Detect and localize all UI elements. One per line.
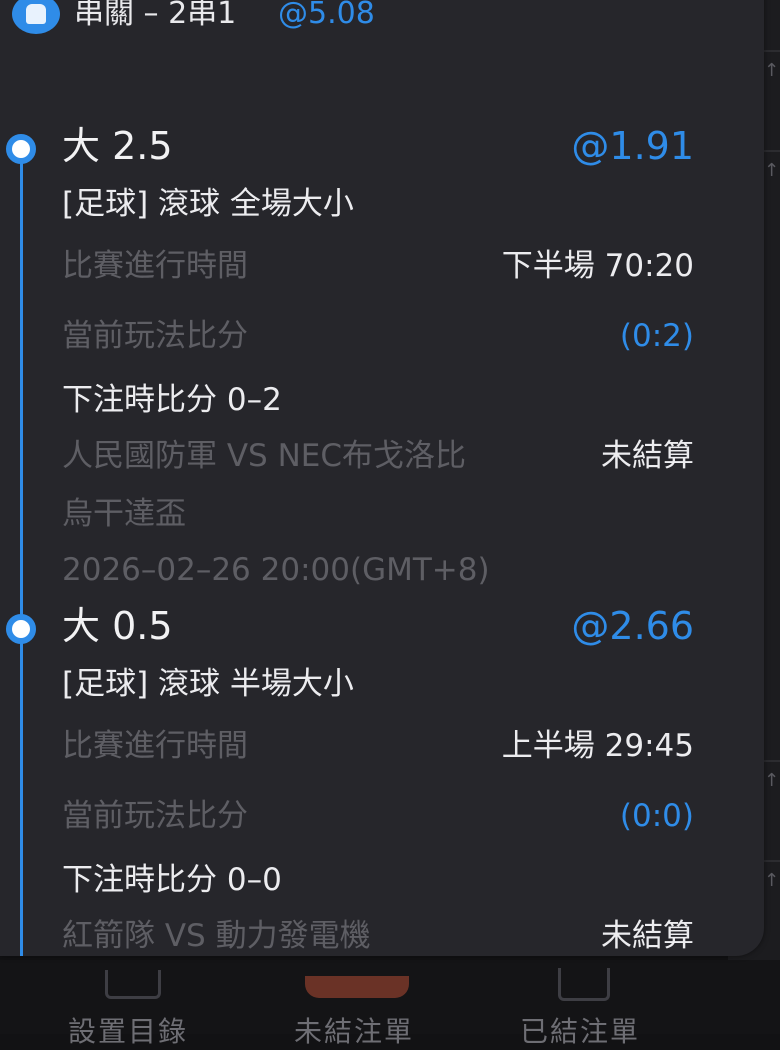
parlay-title: 串關 – 2串1 — [74, 0, 237, 31]
arrow-up-icon: ↑ — [764, 60, 780, 81]
settled-bets-icon — [558, 968, 610, 1001]
current-score-label: 當前玩法比分 — [62, 318, 248, 354]
bet-odds: @1.91 — [571, 124, 694, 168]
match-time-value: 上半場 29:45 — [501, 728, 694, 764]
nav-item-settings-menu[interactable]: 設置目錄 — [68, 1010, 188, 1050]
match-teams: 人民國防軍 VS NEC布戈洛比 — [62, 438, 467, 474]
match-time-label: 比賽進行時間 — [62, 728, 248, 764]
bet-time-score: 下注時比分 0–0 — [62, 862, 282, 898]
bet-status: 未結算 — [601, 438, 694, 474]
current-score-label: 當前玩法比分 — [62, 798, 248, 834]
timeline-dot-icon — [6, 134, 36, 164]
timeline-line — [20, 146, 23, 956]
kickoff-time: 2026–02–26 20:00(GMT+8) — [62, 552, 490, 588]
bottom-navigation: 設置目錄 未結注單 已結注單 — [0, 960, 780, 1048]
parlay-odds: @5.08 — [278, 0, 375, 31]
league-name: 烏干達盃 — [62, 496, 186, 532]
current-score-value: (0:0) — [619, 798, 694, 834]
current-score-value: (0:2) — [619, 318, 694, 354]
arrow-up-icon: ↑ — [764, 160, 780, 181]
bet-time-score: 下注時比分 0–2 — [62, 382, 282, 418]
bet-status: 未結算 — [601, 918, 694, 954]
parlay-header: 串關 – 2串1 @5.08 — [0, 0, 764, 60]
timeline-dot-icon — [6, 614, 36, 644]
match-time-label: 比賽進行時間 — [62, 248, 248, 284]
match-time-value: 下半場 70:20 — [501, 248, 694, 284]
bet-selection: 大 0.5 — [62, 604, 173, 648]
unsettled-bets-icon — [305, 976, 409, 998]
bet-detail-sheet: 串關 – 2串1 @5.08 大 2.5 @1.91 [足球] 滾球 全場大小 … — [0, 0, 764, 956]
brand-logo-icon — [12, 0, 60, 34]
arrow-up-icon: ↑ — [764, 770, 780, 791]
match-teams: 紅箭隊 VS 動力發電機 — [62, 918, 371, 954]
bet-odds: @2.66 — [571, 604, 694, 648]
bet-selection: 大 2.5 — [62, 124, 173, 168]
bet-market: [足球] 滾球 半場大小 — [62, 666, 354, 702]
bet-market: [足球] 滾球 全場大小 — [62, 186, 354, 222]
menu-icon — [105, 970, 161, 999]
arrow-up-icon: ↑ — [764, 870, 780, 891]
nav-item-settled-bets[interactable]: 已結注單 — [520, 1010, 640, 1050]
nav-item-unsettled-bets[interactable]: 未結注單 — [294, 1010, 414, 1050]
